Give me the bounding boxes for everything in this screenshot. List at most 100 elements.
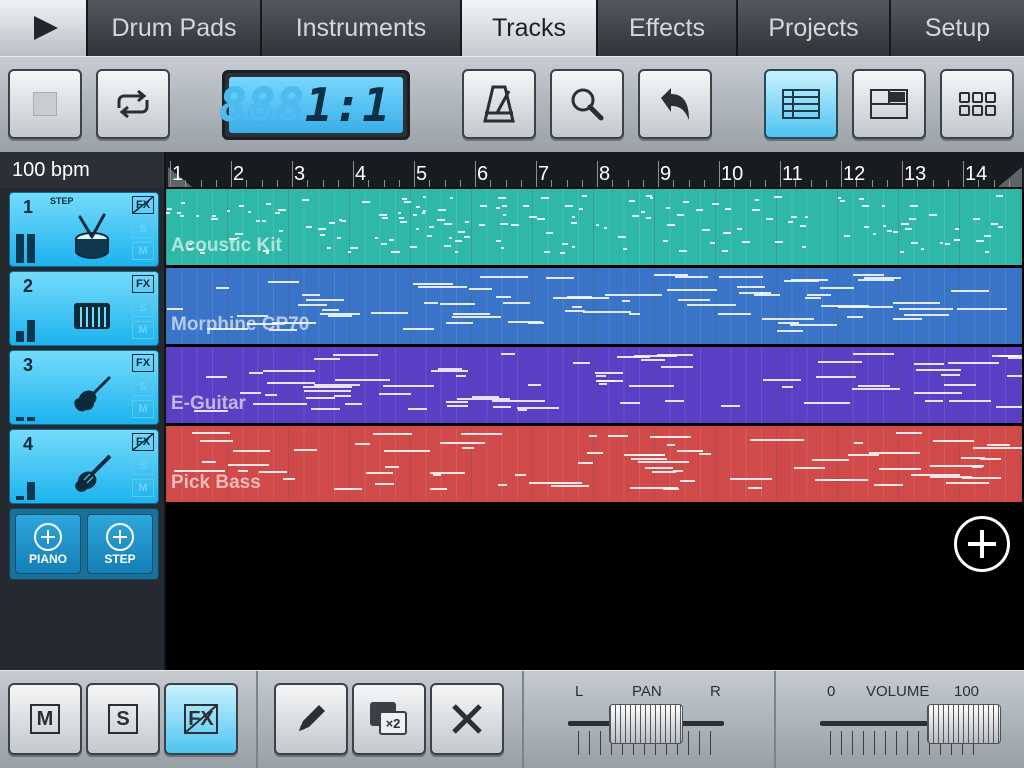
track-mute-button[interactable]: M xyxy=(132,400,154,418)
midi-note xyxy=(306,397,335,399)
midi-note xyxy=(303,386,352,388)
track-fx-button[interactable]: FX xyxy=(132,275,154,293)
midi-note xyxy=(452,316,501,318)
ruler-bar-number: 8 xyxy=(599,163,611,185)
midi-note xyxy=(896,432,922,434)
tab-effects[interactable]: Effects xyxy=(598,0,738,56)
midi-note xyxy=(683,201,689,203)
track-solo-button[interactable]: S xyxy=(132,378,154,396)
add-step-track-button[interactable]: STEP xyxy=(87,514,153,574)
tempo-display[interactable]: 100 bpm xyxy=(0,152,164,188)
solo-label: S xyxy=(108,704,138,734)
midi-note xyxy=(492,400,545,402)
midi-note xyxy=(782,386,793,388)
midi-note xyxy=(946,482,989,484)
add-piano-track-button[interactable]: PIANO xyxy=(15,514,81,574)
keyboard-icon xyxy=(60,290,124,342)
split-view-button[interactable] xyxy=(852,69,926,139)
play-button[interactable] xyxy=(0,0,88,56)
midi-note xyxy=(511,224,519,226)
track-mute-button[interactable]: M xyxy=(132,242,154,260)
ruler-tick xyxy=(307,180,309,187)
midi-note xyxy=(899,308,953,310)
track-clip[interactable]: Pick Bass xyxy=(166,426,1022,502)
midi-note xyxy=(973,447,1022,449)
track-fx-button[interactable]: FX xyxy=(132,433,154,451)
track-solo-button[interactable]: S xyxy=(132,220,154,238)
track-header[interactable]: 1 STEP FX SM xyxy=(9,192,159,267)
track-header[interactable]: 3 FX S M xyxy=(9,350,159,425)
delete-button[interactable] xyxy=(430,683,504,755)
undo-button[interactable] xyxy=(638,69,712,139)
mute-button[interactable]: M xyxy=(8,683,82,755)
track-mute-button[interactable]: M xyxy=(132,321,154,339)
track-fx-button[interactable]: FX xyxy=(132,354,154,372)
track-mute-button[interactable]: M xyxy=(132,479,154,497)
tab-tracks[interactable]: Tracks xyxy=(462,0,598,56)
tab-projects[interactable]: Projects xyxy=(738,0,891,56)
track-clip[interactable]: E-Guitar xyxy=(166,347,1022,423)
tab-setup[interactable]: Setup xyxy=(891,0,1024,56)
ruler-tick xyxy=(825,180,827,187)
solo-button[interactable]: S xyxy=(86,683,160,755)
midi-note xyxy=(480,276,528,278)
midi-note xyxy=(211,218,218,220)
midi-note xyxy=(650,197,653,199)
add-track-button[interactable] xyxy=(954,516,1010,572)
track-solo-button[interactable]: S xyxy=(132,299,154,317)
midi-note xyxy=(228,464,269,466)
grid-view-button[interactable] xyxy=(940,69,1014,139)
zoom-button[interactable] xyxy=(550,69,624,139)
app-root: Drum Pads Instruments Tracks Effects Pro… xyxy=(0,0,1024,768)
pan-slider-knob[interactable] xyxy=(609,704,683,744)
track-solo-button[interactable]: S xyxy=(132,457,154,475)
loop-button[interactable] xyxy=(96,69,170,139)
midi-note xyxy=(379,214,387,216)
stop-button[interactable] xyxy=(8,69,82,139)
track-clip[interactable]: Morphine CP70 xyxy=(166,268,1022,344)
midi-note xyxy=(790,324,837,326)
ruler-bar-number: 1 xyxy=(172,163,184,185)
level-meter-bar xyxy=(27,482,35,500)
midi-note xyxy=(404,201,411,203)
ruler-tick xyxy=(688,180,690,187)
track-header[interactable]: 4 FX SM xyxy=(9,429,159,504)
edit-button[interactable] xyxy=(274,683,348,755)
metronome-button[interactable] xyxy=(462,69,536,139)
midi-note xyxy=(598,380,623,382)
midi-note xyxy=(294,449,317,451)
midi-note xyxy=(565,205,573,207)
tab-instruments[interactable]: Instruments xyxy=(262,0,462,56)
midi-note xyxy=(620,402,640,404)
midi-note xyxy=(887,230,892,232)
midi-note xyxy=(800,225,806,227)
track-name: Morphine CP70 xyxy=(171,314,310,335)
track-fx-button[interactable]: FX xyxy=(132,196,154,214)
grid-view-icon xyxy=(959,92,996,116)
track-clip[interactable]: Acoustic Kit xyxy=(166,189,1022,265)
midi-note xyxy=(529,216,537,218)
timeline-ruler[interactable]: 1 2 3 4 5 6 7 8 9 10 11 12 13 14 xyxy=(166,152,1024,189)
midi-note xyxy=(544,251,550,253)
track-header[interactable]: 2 FX S M xyxy=(9,271,159,346)
midi-note xyxy=(901,223,909,225)
track-list-view-button[interactable] xyxy=(764,69,838,139)
duplicate-button[interactable]: ×2 xyxy=(352,683,426,755)
toolbar: 888 1:1 xyxy=(0,56,1024,152)
ruler-tick xyxy=(917,180,919,187)
midi-note xyxy=(991,223,998,225)
position-ghost-digits: 888 xyxy=(218,78,305,132)
fx-button[interactable]: FX xyxy=(164,683,238,755)
midi-note xyxy=(283,478,295,480)
midi-note xyxy=(400,221,407,223)
loop-end-marker[interactable] xyxy=(998,167,1022,187)
ruler-tick xyxy=(642,180,644,187)
ruler-tick xyxy=(505,180,507,187)
ruler-bar-number: 11 xyxy=(782,163,803,185)
volume-slider-knob[interactable] xyxy=(927,704,1002,744)
midi-note xyxy=(862,205,869,207)
midi-note xyxy=(402,198,407,200)
midi-note xyxy=(646,195,652,197)
tab-drum-pads[interactable]: Drum Pads xyxy=(88,0,262,56)
ruler-tick xyxy=(170,161,171,187)
